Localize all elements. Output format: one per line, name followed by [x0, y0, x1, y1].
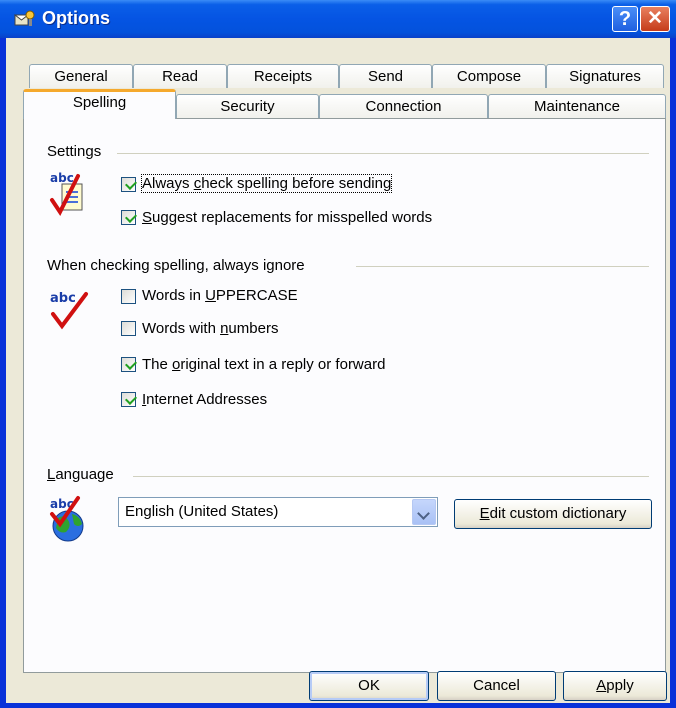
tab-receipts[interactable]: Receipts — [227, 64, 339, 88]
help-icon: ? — [618, 8, 632, 30]
tab-send[interactable]: Send — [339, 64, 432, 88]
tab-spelling[interactable]: Spelling — [23, 89, 176, 119]
tab-security[interactable]: Security — [176, 94, 319, 118]
chevron-down-icon[interactable] — [412, 499, 436, 525]
title-bar[interactable]: Options ? ✕ — [0, 0, 676, 38]
tab-maintenance[interactable]: Maintenance — [488, 94, 666, 118]
cancel-button[interactable]: Cancel — [437, 671, 556, 701]
tab-general[interactable]: General — [29, 64, 133, 88]
tab-connection[interactable]: Connection — [319, 94, 488, 118]
spelling-panel — [23, 118, 666, 673]
options-window-icon — [14, 10, 35, 26]
window-title: Options — [42, 8, 110, 28]
ok-button[interactable]: OK — [309, 671, 429, 701]
tab-signatures[interactable]: Signatures — [546, 64, 664, 88]
tab-compose[interactable]: Compose — [432, 64, 546, 88]
close-icon: ✕ — [647, 8, 663, 29]
language-select-value: English (United States) — [125, 503, 279, 520]
help-button[interactable]: ? — [612, 6, 638, 32]
language-select[interactable]: English (United States) — [118, 497, 438, 527]
tab-read[interactable]: Read — [133, 64, 227, 88]
close-button[interactable]: ✕ — [640, 6, 670, 32]
apply-button[interactable]: Apply — [563, 671, 667, 701]
